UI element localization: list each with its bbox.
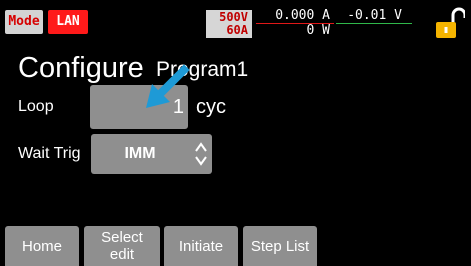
page-title: Configure <box>18 52 144 84</box>
status-bar: Mode LAN 500V 60A 0.000 A 0 W -0.01 V <box>0 0 471 42</box>
softkey-initiate[interactable]: Initiate <box>164 226 238 266</box>
softkey-select-edit[interactable]: Select edit <box>84 226 160 266</box>
range-current: 60A <box>226 23 248 37</box>
measured-power: 0 W <box>306 23 330 38</box>
program-configure-screen: Mode LAN 500V 60A 0.000 A 0 W -0.01 V Co… <box>0 0 471 266</box>
wait-trig-value: IMM <box>124 145 156 162</box>
softkey-home[interactable]: Home <box>5 226 79 266</box>
voltage-underline <box>336 23 412 24</box>
loop-label: Loop <box>18 98 54 115</box>
range-indicator: 500V 60A <box>206 10 252 38</box>
up-down-chevron-icon <box>195 142 207 166</box>
softkey-select-edit-line2: edit <box>109 246 135 263</box>
softkey-empty <box>322 226 470 266</box>
measured-voltage: -0.01 V <box>347 8 402 23</box>
wait-trig-label: Wait Trig <box>18 145 81 162</box>
range-voltage: 500V <box>219 10 248 24</box>
wait-trig-select[interactable]: IMM <box>91 134 212 174</box>
unlocked-padlock-icon[interactable] <box>435 6 465 40</box>
pointer-arrow-icon <box>146 64 190 108</box>
measured-current: 0.000 A <box>275 8 330 23</box>
softkey-step-list[interactable]: Step List <box>243 226 317 266</box>
loop-unit: cyc <box>196 96 226 118</box>
mode-badge[interactable]: Mode <box>5 10 43 34</box>
softkey-select-edit-line1: Select <box>101 229 143 246</box>
lan-badge: LAN <box>48 10 88 34</box>
